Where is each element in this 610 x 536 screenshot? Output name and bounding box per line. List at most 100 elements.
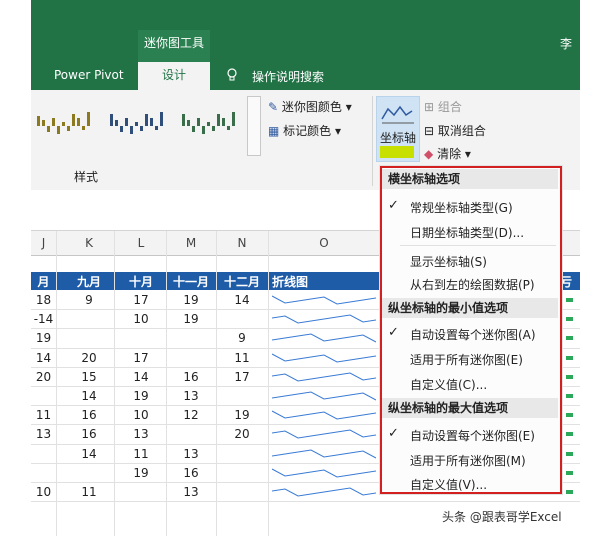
tab-power-pivot[interactable]: Power Pivot (54, 68, 124, 82)
table-cell[interactable]: -14 (31, 312, 56, 326)
chevron-down-icon: ▾ (345, 100, 352, 114)
table-cell[interactable]: 19 (166, 293, 216, 307)
table-cell[interactable]: 19 (216, 408, 268, 422)
table-cell[interactable]: 16 (64, 427, 114, 441)
table-cell[interactable]: 16 (166, 466, 216, 480)
table-cell[interactable]: 19 (116, 466, 166, 480)
menu-item-show-axis[interactable]: 显示坐标轴(S) (410, 253, 487, 270)
sparkline-style-1[interactable] (35, 104, 95, 144)
table-cell[interactable]: 14 (64, 389, 114, 403)
menu-section-vertical-min: 纵坐标轴的最小值选项 (382, 298, 558, 318)
table-cell[interactable]: 14 (116, 370, 166, 384)
col-header-k[interactable]: K (64, 236, 114, 250)
sparkline[interactable] (272, 369, 376, 385)
menu-section-horizontal: 横坐标轴选项 (382, 169, 558, 189)
user-initial[interactable]: 李 (560, 35, 572, 52)
table-cell[interactable]: 13 (31, 427, 56, 441)
sparkline[interactable] (272, 407, 376, 423)
profit-loss-bar (566, 336, 573, 341)
table-cell[interactable]: 18 (31, 293, 56, 307)
table-cell[interactable]: 13 (166, 485, 216, 499)
group-button[interactable]: ⊞ 组合 (424, 98, 462, 115)
table-cell[interactable]: 10 (116, 408, 166, 422)
table-cell[interactable]: 10 (116, 312, 166, 326)
sparkline-color-label: 迷你图颜色 (281, 100, 342, 114)
table-cell[interactable]: 9 (216, 331, 268, 345)
sparkline[interactable] (272, 292, 376, 308)
profit-loss-bar (566, 298, 573, 302)
table-cell[interactable]: 20 (216, 427, 268, 441)
table-cell[interactable]: 17 (116, 351, 166, 365)
table-cell[interactable]: 11 (31, 408, 56, 422)
table-cell[interactable]: 16 (166, 370, 216, 384)
table-cell[interactable]: 20 (64, 351, 114, 365)
menu-item-max-custom[interactable]: 自定义值(V)... (410, 476, 487, 493)
profit-loss-bar (566, 490, 573, 494)
menu-item-min-same[interactable]: 适用于所有迷你图(E) (410, 351, 523, 368)
table-cell[interactable]: 11 (116, 447, 166, 461)
table-cell[interactable]: 19 (31, 331, 56, 345)
header-line-chart: 折线图 (272, 275, 309, 289)
table-cell[interactable]: 16 (64, 408, 114, 422)
clear-button[interactable]: ◆ 清除 ▾ (424, 145, 471, 162)
table-cell[interactable]: 10 (31, 485, 56, 499)
sparkline-style-2[interactable] (108, 104, 168, 144)
sparkline[interactable] (272, 465, 376, 481)
sparkline[interactable] (272, 426, 376, 442)
col-header-l[interactable]: L (116, 236, 166, 250)
table-cell[interactable]: 19 (166, 312, 216, 326)
ungroup-icon: ⊟ (424, 124, 435, 138)
tab-design[interactable]: 设计 (138, 62, 210, 90)
table-cell[interactable]: 17 (216, 370, 268, 384)
col-header-j[interactable]: J (31, 236, 56, 250)
sparkline[interactable] (272, 311, 376, 327)
sparkline[interactable] (272, 446, 376, 462)
marker-color-button[interactable]: ▦ 标记颜色 ▾ (268, 122, 341, 139)
sparkline-style-3[interactable] (180, 104, 240, 144)
ungroup-button[interactable]: ⊟ 取消组合 (424, 122, 486, 139)
table-cell[interactable]: 17 (116, 293, 166, 307)
col-header-n[interactable]: N (216, 236, 268, 250)
table-cell[interactable]: 13 (166, 389, 216, 403)
table-cell[interactable]: 9 (64, 293, 114, 307)
menu-item-min-auto[interactable]: 自动设置每个迷你图(A) (410, 326, 536, 343)
table-cell[interactable]: 11 (216, 351, 268, 365)
table-cell[interactable]: 19 (116, 389, 166, 403)
profit-loss-bar (566, 374, 573, 379)
tab-tell-me[interactable]: 操作说明搜索 (252, 68, 324, 85)
profit-loss-bar (566, 355, 573, 360)
table-cell[interactable]: 20 (31, 370, 56, 384)
pen-icon: ✎ (268, 100, 279, 114)
menu-item-max-auto[interactable]: 自动设置每个迷你图(E) (410, 427, 535, 444)
menu-item-right-to-left[interactable]: 从右到左的绘图数据(P) (410, 276, 535, 293)
menu-item-general-axis[interactable]: 常规坐标轴类型(G) (410, 199, 513, 216)
table-cell[interactable]: 14 (216, 293, 268, 307)
sparkline[interactable] (272, 388, 376, 404)
ribbon-divider (372, 96, 373, 186)
menu-item-date-axis[interactable]: 日期坐标轴类型(D)... (410, 224, 524, 241)
table-cell[interactable]: 13 (166, 447, 216, 461)
col-header-o[interactable]: O (268, 236, 380, 250)
table-cell[interactable]: 14 (64, 447, 114, 461)
table-cell[interactable]: 14 (31, 351, 56, 365)
table-cell[interactable]: 12 (166, 408, 216, 422)
menu-item-max-same[interactable]: 适用于所有迷你图(M) (410, 452, 526, 469)
table-cell[interactable]: 11 (64, 485, 114, 499)
clear-label: 清除 (437, 147, 462, 161)
table-cell[interactable]: 13 (116, 427, 166, 441)
lightbulb-icon[interactable] (226, 68, 238, 85)
table-cell[interactable]: 15 (64, 370, 114, 384)
axis-dropdown-arrow[interactable] (380, 146, 414, 158)
profit-loss-bar (566, 451, 573, 456)
eraser-icon: ◆ (424, 147, 434, 161)
sparkline[interactable] (272, 484, 376, 500)
header-december: 十二月 (223, 275, 260, 289)
sparkline[interactable] (272, 330, 376, 346)
menu-separator (400, 245, 556, 246)
col-header-m[interactable]: M (166, 236, 216, 250)
menu-item-min-custom[interactable]: 自定义值(C)... (410, 376, 487, 393)
style-gallery-scrollbar[interactable] (247, 96, 261, 156)
sparkline[interactable] (272, 350, 376, 366)
profit-loss-bar (566, 394, 573, 398)
sparkline-color-button[interactable]: ✎ 迷你图颜色 ▾ (268, 98, 352, 115)
